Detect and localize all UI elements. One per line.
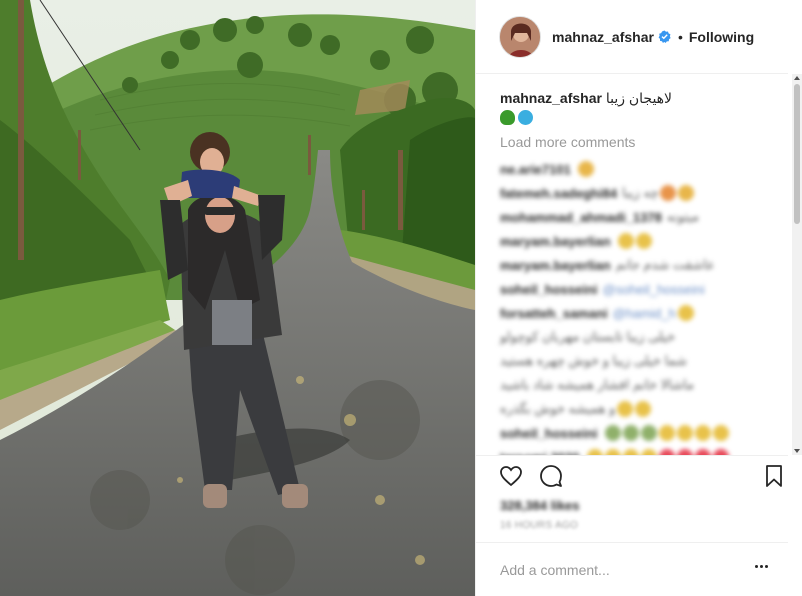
separator-dot: • — [677, 28, 683, 45]
emoji-icon — [712, 425, 729, 441]
emoji-icon — [678, 185, 695, 201]
caption-emojis — [500, 110, 788, 125]
comment-row: fatemeh.sadeghi84 چه زیبا — [500, 181, 788, 205]
comment-username[interactable]: fatemeh.sadeghi84 — [500, 186, 617, 201]
likes-count[interactable]: 328,384 likes — [500, 498, 580, 513]
blue-circle-emoji-icon — [518, 110, 533, 125]
comment-text: چه زیبا — [622, 185, 659, 200]
comment-icon[interactable] — [539, 464, 563, 488]
emoji-icon — [617, 233, 634, 249]
comment-row: ne.arie7101 — [500, 157, 788, 181]
caption-username[interactable]: mahnaz_afshar — [500, 90, 602, 106]
photo-illustration — [0, 0, 475, 596]
comment-row: tarsomi.2020 — [500, 445, 788, 455]
add-comment-bar — [476, 542, 788, 596]
comment-row: maryam.bayerlian عاشقت شدم جانم — [500, 253, 788, 277]
post-photo[interactable] — [0, 0, 475, 596]
avatar-image — [500, 16, 540, 57]
comment-row: soheil_hosseini — [500, 421, 788, 445]
action-bar — [476, 455, 788, 495]
comment-text: خیلی زیبا تابستان مهربان کوچولو — [500, 329, 676, 344]
scroll-thumb[interactable] — [794, 84, 800, 224]
emoji-icon — [677, 305, 694, 321]
comment-text: عاشقت شدم جانم — [615, 257, 715, 272]
avatar[interactable] — [499, 15, 541, 58]
emoji-icon — [604, 425, 621, 441]
emoji-icon — [635, 401, 652, 417]
comment-row: ماشالا خانم افشار همیشه شاد باشید — [500, 373, 788, 397]
add-comment-input[interactable] — [500, 561, 740, 578]
caption: mahnaz_afshar لاهیجان زیبا — [500, 89, 788, 107]
emoji-icon — [635, 233, 652, 249]
emoji-icon — [622, 425, 639, 441]
verified-badge-icon — [658, 30, 671, 43]
comment-row: شما خیلی زیبا و خوش چهره هستید — [500, 349, 788, 373]
scroll-up-arrow-icon[interactable] — [794, 76, 800, 80]
load-more-comments-link[interactable]: Load more comments — [500, 133, 788, 151]
instagram-post-view: mahnaz_afshar • Following mahnaz_afshar … — [0, 0, 802, 596]
tree-emoji-icon — [500, 110, 515, 125]
comment-row: soheil_hosseini @soheil_hosseini — [500, 277, 788, 301]
comment-row: mohammad_ahmadi_1378 میتونه — [500, 205, 788, 229]
emoji-icon — [640, 425, 657, 441]
comment-username[interactable]: soheil_hosseini — [500, 282, 598, 297]
comment-text: و همیشه خوش بگذره — [500, 401, 616, 416]
comment-text: ماشالا خانم افشار همیشه شاد باشید — [500, 377, 694, 392]
following-button[interactable]: Following — [689, 29, 754, 45]
comment-username[interactable]: maryam.bayerlian — [500, 258, 611, 273]
bookmark-icon[interactable] — [762, 464, 786, 488]
comments-scrollbar[interactable] — [792, 74, 802, 455]
emoji-icon — [658, 425, 675, 441]
comment-text: @soheil_hosseini — [602, 281, 705, 297]
blurred-comments: ne.arie7101 fatemeh.sadeghi84 چه زیبا moham… — [500, 157, 788, 455]
comments-list: mahnaz_afshar لاهیجان زیبا Load more com… — [476, 80, 788, 455]
comment-text: @hamid_h — [612, 305, 676, 321]
comment-username[interactable]: ne.arie7101 — [500, 162, 571, 177]
post-sidebar: mahnaz_afshar • Following mahnaz_afshar … — [475, 0, 802, 596]
comment-username[interactable]: soheil_hosseini — [500, 426, 598, 441]
caption-text: لاهیجان زیبا — [605, 90, 673, 106]
comment-text: میتونه — [666, 209, 699, 224]
comment-username[interactable]: maryam.bayerlian — [500, 234, 611, 249]
post-header: mahnaz_afshar • Following — [476, 0, 788, 74]
comment-row: و همیشه خوش بگذره — [500, 397, 788, 421]
emoji-icon — [694, 425, 711, 441]
emoji-icon — [660, 185, 677, 201]
heart-icon[interactable] — [499, 464, 523, 488]
emoji-icon — [617, 401, 634, 417]
comment-text: شما خیلی زیبا و خوش چهره هستید — [500, 353, 687, 368]
more-options-icon[interactable] — [755, 565, 768, 568]
emoji-icon — [577, 161, 594, 177]
comment-row: خیلی زیبا تابستان مهربان کوچولو — [500, 325, 788, 349]
username-link[interactable]: mahnaz_afshar — [552, 29, 654, 45]
comment-username[interactable]: forsatteh_samani — [500, 306, 608, 321]
comment-username[interactable]: mohammad_ahmadi_1378 — [500, 210, 662, 225]
emoji-icon — [676, 425, 693, 441]
comment-row: maryam.bayerlian — [500, 229, 788, 253]
post-timestamp: 16 hours ago — [500, 520, 579, 531]
comment-row: forsatteh_samani @hamid_h — [500, 301, 788, 325]
scroll-down-arrow-icon[interactable] — [794, 449, 800, 453]
